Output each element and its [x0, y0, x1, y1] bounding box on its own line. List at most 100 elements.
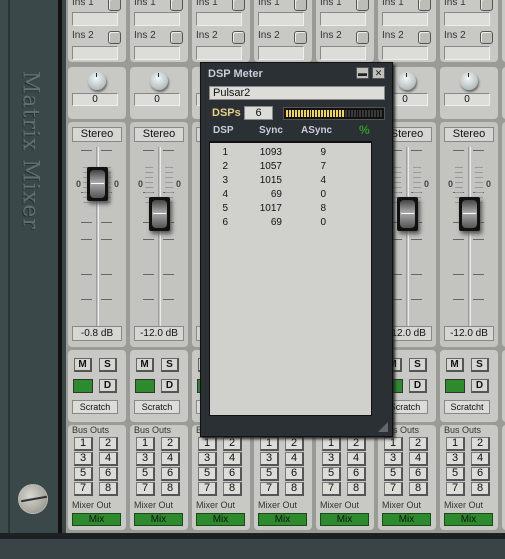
bus-out-button-7[interactable]: 7	[74, 482, 93, 496]
bus-out-button-6[interactable]: 6	[223, 467, 242, 481]
bus-out-button-5[interactable]: 5	[198, 467, 217, 481]
bus-out-button-8[interactable]: 8	[471, 482, 490, 496]
close-button[interactable]: ✕	[372, 67, 385, 79]
pan-value[interactable]: 0	[444, 93, 490, 106]
bus-out-button-4[interactable]: 4	[161, 452, 180, 466]
mixer-out-button[interactable]: Mix	[196, 513, 245, 526]
bus-out-button-6[interactable]: 6	[161, 467, 180, 481]
bus-out-button-1[interactable]: 1	[74, 437, 93, 451]
mixer-out-button[interactable]: Mix	[134, 513, 183, 526]
resize-grip[interactable]	[378, 422, 388, 432]
bus-out-button-8[interactable]: 8	[99, 482, 118, 496]
bus-out-button-6[interactable]: 6	[285, 467, 304, 481]
stereo-mode-button[interactable]: Stereo	[134, 127, 184, 142]
db-readout[interactable]: -12.0 dB	[444, 326, 494, 341]
ins2-slot[interactable]	[196, 46, 242, 60]
bus-out-button-5[interactable]: 5	[322, 467, 341, 481]
bus-out-button-4[interactable]: 4	[285, 452, 304, 466]
bus-out-button-6[interactable]: 6	[347, 467, 366, 481]
d-button[interactable]: D	[471, 379, 489, 393]
mixer-out-button[interactable]: Mix	[258, 513, 307, 526]
bus-out-button-8[interactable]: 8	[409, 482, 428, 496]
solo-button[interactable]: S	[99, 358, 117, 372]
pan-knob[interactable]	[150, 72, 168, 90]
ins2-toggle[interactable]	[232, 31, 245, 44]
bus-out-button-5[interactable]: 5	[136, 467, 155, 481]
stereo-mode-button[interactable]: Stereo	[444, 127, 494, 142]
bus-out-button-7[interactable]: 7	[446, 482, 465, 496]
d-button[interactable]: D	[99, 379, 117, 393]
bus-out-button-3[interactable]: 3	[322, 452, 341, 466]
bus-out-button-8[interactable]: 8	[347, 482, 366, 496]
fader-handle[interactable]	[149, 197, 170, 231]
ins2-slot[interactable]	[444, 46, 490, 60]
mute-button[interactable]: M	[136, 358, 154, 372]
ins1-toggle[interactable]	[232, 0, 245, 11]
percent-toggle-icon[interactable]: %	[359, 123, 370, 137]
ins1-toggle[interactable]	[170, 0, 183, 11]
bus-out-button-6[interactable]: 6	[471, 467, 490, 481]
bus-out-button-3[interactable]: 3	[384, 452, 403, 466]
bus-out-button-3[interactable]: 3	[260, 452, 279, 466]
bus-out-button-3[interactable]: 3	[198, 452, 217, 466]
bus-out-button-3[interactable]: 3	[74, 452, 93, 466]
ins1-slot[interactable]	[320, 12, 366, 26]
minimize-button[interactable]: ▬	[356, 67, 369, 79]
ins2-slot[interactable]	[382, 46, 428, 60]
routing-field[interactable]: Scratcht	[444, 400, 490, 414]
pan-value[interactable]: 0	[134, 93, 180, 106]
ins1-slot[interactable]	[196, 12, 242, 26]
ins1-toggle[interactable]	[108, 0, 121, 11]
bus-out-button-2[interactable]: 2	[409, 437, 428, 451]
fader-handle[interactable]	[397, 197, 418, 231]
stereo-mode-button[interactable]: Stereo	[72, 127, 122, 142]
bus-out-button-2[interactable]: 2	[347, 437, 366, 451]
bus-out-button-5[interactable]: 5	[74, 467, 93, 481]
ins2-slot[interactable]	[72, 46, 118, 60]
bus-out-button-1[interactable]: 1	[322, 437, 341, 451]
bus-out-button-2[interactable]: 2	[223, 437, 242, 451]
bus-out-button-2[interactable]: 2	[285, 437, 304, 451]
solo-button[interactable]: S	[161, 358, 179, 372]
active-toggle[interactable]	[445, 379, 465, 393]
ins1-slot[interactable]	[72, 12, 118, 26]
pan-value[interactable]: 0	[72, 93, 118, 106]
bus-out-button-7[interactable]: 7	[136, 482, 155, 496]
solo-button[interactable]: S	[409, 358, 427, 372]
bus-out-button-2[interactable]: 2	[471, 437, 490, 451]
ins1-toggle[interactable]	[294, 0, 307, 11]
ins1-slot[interactable]	[258, 12, 304, 26]
mute-button[interactable]: M	[74, 358, 92, 372]
bus-out-button-5[interactable]: 5	[446, 467, 465, 481]
bus-out-button-8[interactable]: 8	[285, 482, 304, 496]
bus-out-button-4[interactable]: 4	[471, 452, 490, 466]
active-toggle[interactable]	[135, 379, 155, 393]
ins2-toggle[interactable]	[356, 31, 369, 44]
bus-out-button-1[interactable]: 1	[384, 437, 403, 451]
ins2-toggle[interactable]	[480, 31, 493, 44]
db-readout[interactable]: -12.0 dB	[134, 326, 184, 341]
ins2-toggle[interactable]	[294, 31, 307, 44]
mixer-out-button[interactable]: Mix	[382, 513, 431, 526]
ins2-slot[interactable]	[320, 46, 366, 60]
bus-out-button-1[interactable]: 1	[136, 437, 155, 451]
bus-out-button-2[interactable]: 2	[99, 437, 118, 451]
mute-button[interactable]: M	[446, 358, 464, 372]
bus-out-button-4[interactable]: 4	[99, 452, 118, 466]
bus-out-button-7[interactable]: 7	[322, 482, 341, 496]
device-name-field[interactable]: Pulsar2	[209, 86, 385, 100]
bus-out-button-5[interactable]: 5	[260, 467, 279, 481]
ins1-toggle[interactable]	[480, 0, 493, 11]
bus-out-button-7[interactable]: 7	[198, 482, 217, 496]
dsp-meter-window[interactable]: DSP Meter ▬ ✕ Pulsar2 DSPs 6 DSP Sync AS…	[200, 62, 393, 437]
pan-knob[interactable]	[88, 72, 106, 90]
bus-out-button-1[interactable]: 1	[260, 437, 279, 451]
solo-button[interactable]: S	[471, 358, 489, 372]
ins2-slot[interactable]	[134, 46, 180, 60]
ins2-toggle[interactable]	[170, 31, 183, 44]
bus-out-button-4[interactable]: 4	[223, 452, 242, 466]
pan-knob[interactable]	[460, 72, 478, 90]
active-toggle[interactable]	[73, 379, 93, 393]
bus-out-button-6[interactable]: 6	[99, 467, 118, 481]
bus-out-button-5[interactable]: 5	[384, 467, 403, 481]
